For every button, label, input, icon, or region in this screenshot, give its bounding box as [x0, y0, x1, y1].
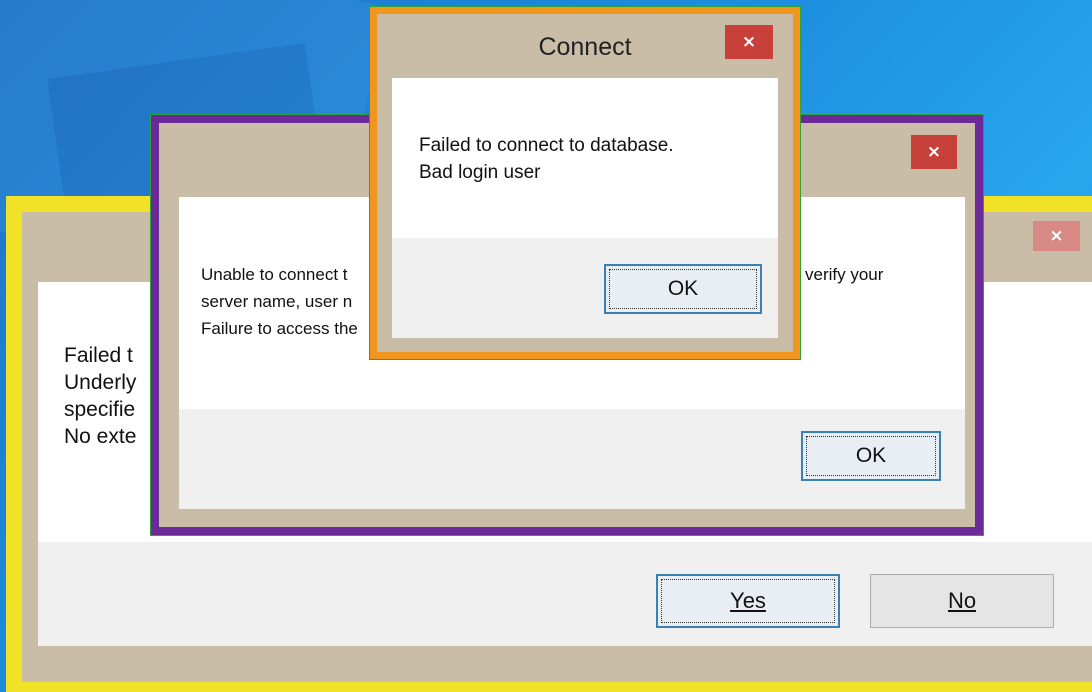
front-dialog-close-button[interactable]: × [725, 25, 773, 59]
yes-button[interactable]: Yes [656, 574, 840, 628]
connect-dialog-message: Failed to connect to database. Bad login… [419, 135, 674, 183]
connect-ok-button[interactable]: OK [604, 264, 762, 314]
middle-dialog-close-button[interactable]: × [911, 135, 957, 169]
connect-dialog-content: Failed to connect to database. Bad login… [392, 78, 778, 338]
close-icon: × [741, 32, 757, 52]
back-dialog-close-button[interactable]: × [1033, 221, 1080, 251]
no-button[interactable]: No [870, 574, 1054, 628]
back-dialog-message: Failed t Underly specifie No exte [64, 344, 137, 448]
middle-dialog-message-left: Unable to connect t server name, user n … [201, 265, 358, 338]
close-icon: × [926, 142, 942, 162]
close-icon: × [1049, 226, 1064, 246]
middle-ok-button-label: OK [855, 444, 887, 467]
no-button-label: No [947, 588, 977, 613]
front-dialog-frame: Connect × Failed to connect to database.… [369, 6, 801, 360]
middle-ok-button[interactable]: OK [801, 431, 941, 481]
connect-ok-button-label: OK [667, 277, 699, 300]
connect-dialog: Connect × Failed to connect to database.… [377, 14, 793, 352]
yes-button-label: Yes [730, 588, 766, 613]
middle-dialog-message-right: verify your [805, 265, 884, 284]
